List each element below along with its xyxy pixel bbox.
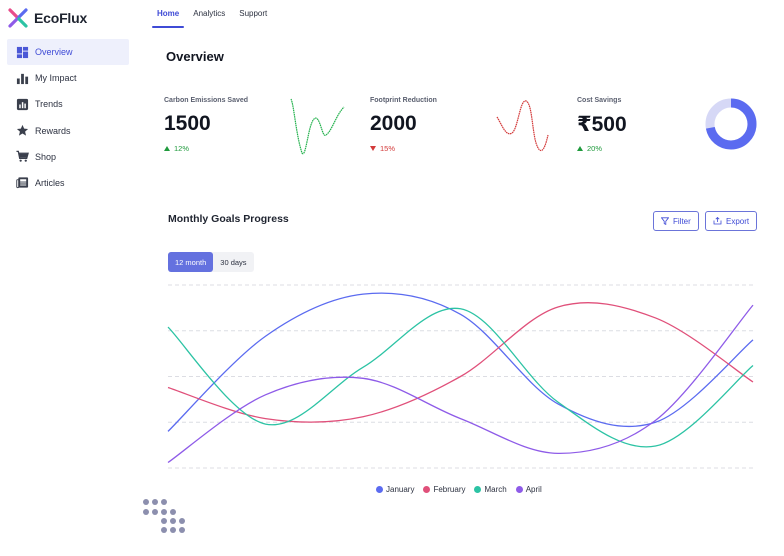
legend-item-february[interactable]: February [423,485,465,494]
series-line-february[interactable] [167,302,754,423]
decorative-dots [143,499,185,533]
series-line-march[interactable] [167,307,754,448]
series-line-april[interactable] [167,304,754,464]
legend-label: February [433,485,466,494]
line-chart [167,284,754,469]
legend-item-march[interactable]: March [474,485,507,494]
legend-dot [515,486,523,493]
legend-item-january[interactable]: January [376,485,414,494]
legend-label: April [525,485,542,494]
legend-dot [376,486,383,493]
legend-dot [423,486,431,493]
legend-dot [474,486,482,493]
series-line-january[interactable] [167,292,754,432]
legend-item-april[interactable]: April [515,485,542,494]
legend-label: March [484,485,507,494]
legend-label: January [386,485,415,494]
chart-legend: January February March April [376,485,542,494]
